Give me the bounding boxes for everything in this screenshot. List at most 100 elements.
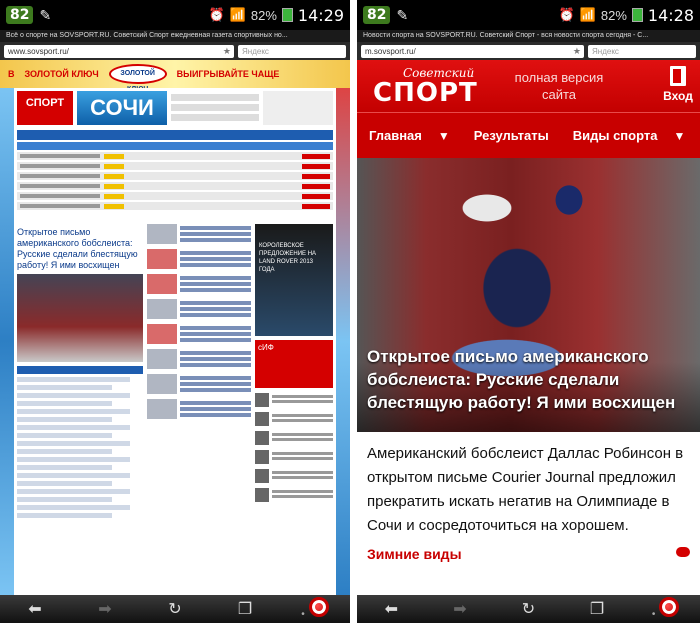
list-item[interactable]	[147, 349, 251, 369]
menu-dot-icon: •	[301, 608, 305, 620]
mobile-header: Советский СПОРТ полная версия сайта Вход	[357, 60, 700, 112]
status-bar: 82 ✎ ⏰ 📶 82% 14:28	[357, 0, 700, 30]
article-category[interactable]: Зимние виды	[357, 544, 700, 564]
sochi-banner[interactable]: СОЧИ	[77, 91, 167, 125]
nav-sports[interactable]: Виды спорта ▼	[561, 128, 698, 143]
nav-results[interactable]: Результаты	[462, 128, 561, 143]
desktop-page-body: СПОРТ СОЧИ Открытое письмо американского…	[14, 88, 336, 595]
lead-photo[interactable]	[17, 274, 143, 362]
tabs-icon[interactable]: ❐	[577, 599, 617, 619]
desktop-sub-nav[interactable]	[17, 142, 333, 150]
desktop-webpage[interactable]: В ЗОЛОТОЙ КЛЮЧ ЗОЛОТОЙ КЛЮЧ ВЫИГРЫВАЙТЕ …	[0, 60, 350, 595]
list-item[interactable]	[147, 224, 251, 244]
mobile-webpage[interactable]: Советский СПОРТ полная версия сайта Вход…	[357, 60, 700, 595]
list-item[interactable]	[255, 450, 333, 464]
search-field[interactable]: Яндекс	[588, 44, 696, 58]
list-item[interactable]	[255, 393, 333, 407]
back-arrow-icon[interactable]: ⬅	[371, 599, 411, 619]
pencil-icon: ✎	[39, 6, 52, 23]
url-field[interactable]: www.sovsport.ru/ ★	[4, 44, 234, 58]
url-field[interactable]: m.sovsport.ru/ ★	[361, 44, 584, 58]
opera-icon[interactable]	[308, 596, 329, 617]
land-rover-ad[interactable]: КОРОЛЕВСКОЕ ПРЕДЛОЖЕНИЕ НА LAND ROVER 20…	[255, 224, 333, 336]
desktop-header: СПОРТ СОЧИ	[14, 88, 336, 128]
nav-sports-label: Виды спорта	[572, 128, 658, 143]
list-item[interactable]	[255, 469, 333, 483]
list-item[interactable]	[147, 299, 251, 319]
pencil-icon: ✎	[396, 6, 409, 23]
back-arrow-icon[interactable]: ⬅	[15, 599, 55, 619]
article-headline[interactable]: Открытое письмо американского бобслеиста…	[367, 345, 692, 414]
article-photo[interactable]: Открытое письмо американского бобслеиста…	[357, 158, 700, 432]
site-logo[interactable]: СПОРТ	[17, 91, 73, 125]
news-column	[147, 224, 251, 595]
battery-icon	[631, 8, 643, 22]
wifi-icon: 📶	[579, 7, 596, 22]
lead-headline[interactable]: Открытое письмо американского бобслеиста…	[17, 224, 143, 274]
table-row[interactable]	[17, 152, 333, 160]
list-item[interactable]	[255, 431, 333, 445]
experts-list	[255, 393, 333, 502]
star-icon[interactable]: ★	[223, 45, 231, 58]
banner-word-1: В	[8, 69, 15, 79]
table-row[interactable]	[17, 192, 333, 200]
list-item[interactable]	[255, 488, 333, 502]
table-row[interactable]	[17, 182, 333, 190]
sidebar-column: КОРОЛЕВСКОЕ ПРЕДЛОЖЕНИЕ НА LAND ROVER 20…	[255, 224, 333, 595]
nav-main[interactable]: Главная ▼	[357, 128, 462, 143]
login-icon	[670, 66, 686, 86]
battery-percent: 82%	[600, 7, 627, 23]
alarm-icon: ⏰	[558, 7, 575, 22]
top-banner-ad[interactable]: В ЗОЛОТОЙ КЛЮЧ ЗОЛОТОЙ КЛЮЧ ВЫИГРЫВАЙТЕ …	[0, 60, 350, 93]
list-item[interactable]	[147, 274, 251, 294]
desktop-main-nav[interactable]	[17, 130, 333, 140]
category-label: Зимние виды	[367, 546, 462, 562]
comment-icon[interactable]	[676, 547, 690, 557]
reload-icon[interactable]: ↻	[508, 599, 548, 619]
news-section-bar	[17, 366, 143, 374]
header-links[interactable]	[171, 91, 259, 125]
full-version-link[interactable]: полная версия сайта	[509, 69, 609, 103]
opera-icon[interactable]	[659, 596, 680, 617]
clock: 14:29	[297, 5, 344, 25]
table-row[interactable]	[17, 202, 333, 210]
battery-icon	[281, 8, 293, 22]
side-ad-left[interactable]	[0, 88, 14, 595]
desktop-content-grid: Открытое письмо американского бобслеиста…	[17, 224, 333, 595]
news-list[interactable]	[17, 377, 143, 518]
article-lead[interactable]: Американский бобслеист Даллас Робинсон в…	[357, 432, 700, 544]
banner-slogan: ВЫИГРЫВАЙТЕ ЧАЩЕ	[176, 69, 280, 79]
list-item[interactable]	[147, 399, 251, 419]
notification-badge: 82	[363, 6, 391, 24]
banner-word-2: ЗОЛОТОЙ КЛЮЧ	[24, 69, 99, 79]
divider	[350, 0, 357, 623]
live-results-table	[17, 152, 333, 210]
header-search-box[interactable]	[263, 91, 333, 125]
address-bar: www.sovsport.ru/ ★ Яндекс	[0, 42, 350, 60]
table-row[interactable]	[17, 172, 333, 180]
forward-arrow-icon[interactable]: ➡	[440, 599, 480, 619]
mobile-nav: Главная ▼ Результаты Виды спорта ▼	[357, 112, 700, 158]
list-item[interactable]	[255, 412, 333, 426]
list-item[interactable]	[147, 374, 251, 394]
reload-icon[interactable]: ↻	[155, 599, 195, 619]
url-text: m.sovsport.ru/	[365, 46, 416, 56]
phone-screen-desktop-version: 82 ✎ ⏰ 📶 82% 14:29 Всё о спорте на SOVSP…	[0, 0, 350, 623]
promo-box[interactable]: сИФ	[255, 340, 333, 388]
url-text: www.sovsport.ru/	[8, 46, 69, 56]
notification-badge: 82	[6, 6, 34, 24]
alarm-icon: ⏰	[208, 7, 225, 22]
search-field[interactable]: Яндекс	[238, 44, 346, 58]
nav-main-label: Главная	[369, 128, 422, 143]
banner-logo: ЗОЛОТОЙ КЛЮЧ	[108, 64, 167, 93]
side-ad-right[interactable]	[336, 88, 350, 595]
battery-percent: 82%	[250, 7, 277, 23]
site-logo[interactable]: Советский СПОРТ	[357, 66, 509, 106]
tabs-icon[interactable]: ❐	[225, 599, 265, 619]
list-item[interactable]	[147, 249, 251, 269]
star-icon[interactable]: ★	[573, 45, 581, 58]
table-row[interactable]	[17, 162, 333, 170]
login-button[interactable]: Вход	[660, 66, 696, 103]
forward-arrow-icon[interactable]: ➡	[85, 599, 125, 619]
list-item[interactable]	[147, 324, 251, 344]
